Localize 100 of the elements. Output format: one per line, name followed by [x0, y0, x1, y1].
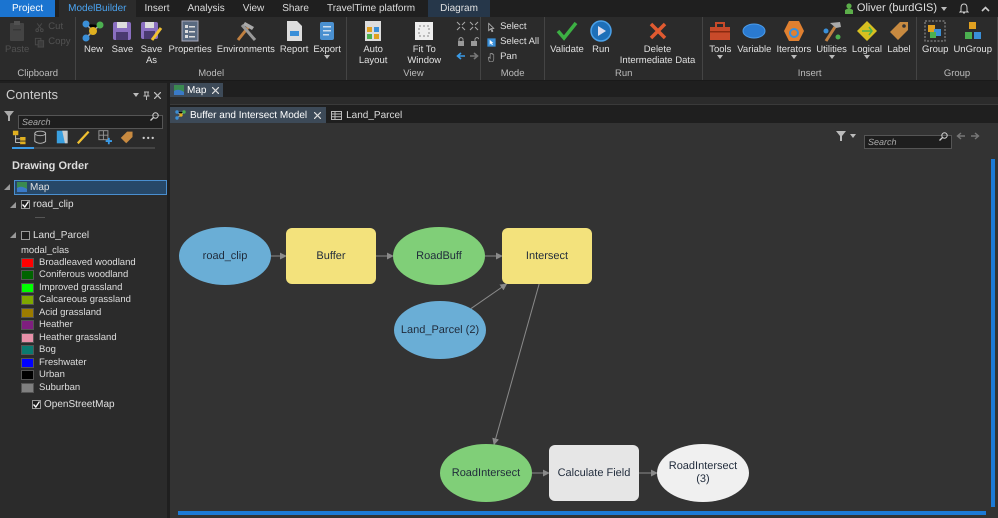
document-tab[interactable]: Land_Parcel	[326, 107, 408, 123]
checkbox[interactable]	[21, 230, 30, 240]
ribbon-button[interactable]: Auto Layout	[350, 17, 396, 66]
lock-icon[interactable]	[456, 36, 466, 46]
ribbon-tab[interactable]: Diagram	[428, 0, 490, 17]
filter-icon[interactable]	[4, 111, 14, 121]
forward-arrow-icon[interactable]	[970, 131, 980, 141]
scrollbar[interactable]	[178, 511, 986, 515]
document-tab[interactable]: Map	[170, 83, 224, 97]
close-icon[interactable]	[212, 86, 220, 94]
line-symbol	[35, 216, 45, 218]
caret-icon	[941, 6, 947, 10]
ribbon-button[interactable]: Delete Intermediate Data	[616, 17, 700, 66]
tag-icon[interactable]	[119, 129, 134, 145]
tree-item[interactable]: Map	[14, 180, 167, 194]
data-node[interactable]: RoadBuff	[393, 227, 485, 285]
ribbon-button[interactable]: Save	[108, 17, 136, 55]
ribbon-tab[interactable]: Project	[0, 0, 56, 17]
connector-arrow	[532, 470, 550, 476]
map-sheet-icon[interactable]	[54, 129, 70, 145]
expand-arrow-icon[interactable]	[10, 232, 18, 238]
ribbon-button[interactable]: Utilities	[814, 17, 849, 59]
field-name: modal_clas	[20, 244, 70, 256]
ribbon-button[interactable]: Fit To Window	[397, 17, 452, 66]
ribbon-tab[interactable]: View	[234, 0, 274, 17]
ribbon-button[interactable]: Environments	[214, 17, 277, 55]
connector-arrow	[270, 252, 287, 260]
legend-label: Calcareous grassland	[39, 293, 131, 308]
ribbon-button[interactable]: Validate	[548, 17, 586, 55]
tool-node[interactable]: Buffer	[286, 228, 376, 284]
layer-name[interactable]: OpenStreetMap	[44, 396, 115, 412]
ribbon-button[interactable]: Select All	[484, 36, 542, 49]
back-arrow-icon[interactable]	[956, 131, 966, 141]
document-tab[interactable]: Buffer and Intersect Model	[170, 107, 326, 123]
ribbon-tab[interactable]: Analysis	[178, 0, 234, 17]
layer-name[interactable]: Land_Parcel	[33, 228, 90, 243]
layer-tree-icon[interactable]	[12, 129, 26, 145]
ribbon-button[interactable]: Select	[484, 21, 542, 34]
ribbon-button[interactable]: Properties	[166, 17, 214, 55]
ribbon-button[interactable]: Pan	[484, 51, 542, 64]
scrollbar[interactable]	[991, 159, 995, 507]
table-icon	[331, 110, 342, 120]
user-name[interactable]: Oliver (burdGIS)	[856, 0, 937, 17]
pencil-icon[interactable]	[76, 129, 91, 145]
caret-icon	[133, 93, 139, 97]
ribbon-tab[interactable]: ModelBuilder	[59, 0, 136, 17]
legend-label: Suburban	[39, 380, 80, 395]
checkbox[interactable]	[32, 400, 41, 409]
close-icon[interactable]	[154, 92, 161, 98]
pane-title: Contents	[6, 86, 60, 104]
search-icon	[150, 112, 159, 121]
search-field[interactable]: Search	[864, 135, 952, 149]
ribbon-tab[interactable]: TravelTime platform	[318, 0, 424, 17]
search-field[interactable]: Search	[18, 115, 163, 129]
ribbon-button[interactable]: Report	[278, 17, 310, 55]
legend-label: Freshwater	[39, 356, 87, 370]
ribbon-button[interactable]: New	[79, 17, 108, 55]
user-icon	[844, 3, 853, 14]
layer-name[interactable]: road_clip	[33, 197, 74, 212]
grid-add-icon[interactable]	[98, 129, 112, 145]
data-node[interactable]: RoadIntersect (3)	[657, 444, 749, 502]
ribbon-button[interactable]: Logical	[850, 17, 884, 59]
diamond-icon	[854, 19, 879, 43]
caret-icon	[850, 134, 856, 138]
ribbon-button[interactable]: Group	[920, 17, 950, 55]
expand-arrow-icon[interactable]	[10, 202, 18, 208]
legend-label: Improved grassland	[39, 280, 122, 295]
select-all-icon	[486, 37, 498, 48]
ribbon-button[interactable]: Tools	[706, 17, 734, 59]
unlock-icon[interactable]	[469, 36, 480, 46]
ribbon-button[interactable]: Iterators	[774, 17, 814, 59]
ribbon-button[interactable]: Save As	[137, 17, 166, 66]
map-icon	[17, 182, 27, 192]
data-node[interactable]: Land_Parcel (2)	[394, 301, 486, 359]
filter-icon[interactable]	[836, 131, 846, 141]
pin-icon[interactable]	[143, 90, 150, 100]
legend-label: Heather grassland	[39, 330, 117, 345]
close-icon[interactable]	[314, 112, 322, 118]
ribbon-button[interactable]: Run	[586, 17, 615, 55]
ribbon-button[interactable]: Variable	[735, 17, 774, 55]
bell-icon[interactable]	[959, 3, 969, 14]
back-arrow-icon[interactable]	[456, 51, 466, 61]
legend-label: Urban	[39, 368, 65, 382]
ribbon-tab[interactable]: Share	[273, 0, 318, 17]
ribbon-button[interactable]: Label	[885, 17, 914, 55]
tool-node[interactable]: Calculate Field	[549, 445, 639, 501]
checkbox[interactable]	[21, 200, 30, 210]
chevron-up-icon[interactable]	[981, 6, 990, 12]
tool-node[interactable]: Intersect	[502, 228, 592, 284]
shrink-arrows-icon[interactable]	[469, 21, 480, 31]
forward-arrow-icon[interactable]	[469, 51, 480, 61]
ribbon-tab[interactable]: Insert	[136, 0, 179, 17]
data-node[interactable]: road_clip	[179, 227, 271, 285]
shrink-arrows-icon[interactable]	[456, 21, 466, 31]
pointer-icon	[486, 22, 498, 33]
database-icon[interactable]	[33, 129, 48, 145]
data-node[interactable]: RoadIntersect	[440, 444, 532, 502]
expand-arrow-icon[interactable]	[4, 184, 12, 190]
ribbon-button[interactable]: Export	[311, 17, 343, 59]
ribbon-button[interactable]: UnGroup	[951, 17, 994, 55]
